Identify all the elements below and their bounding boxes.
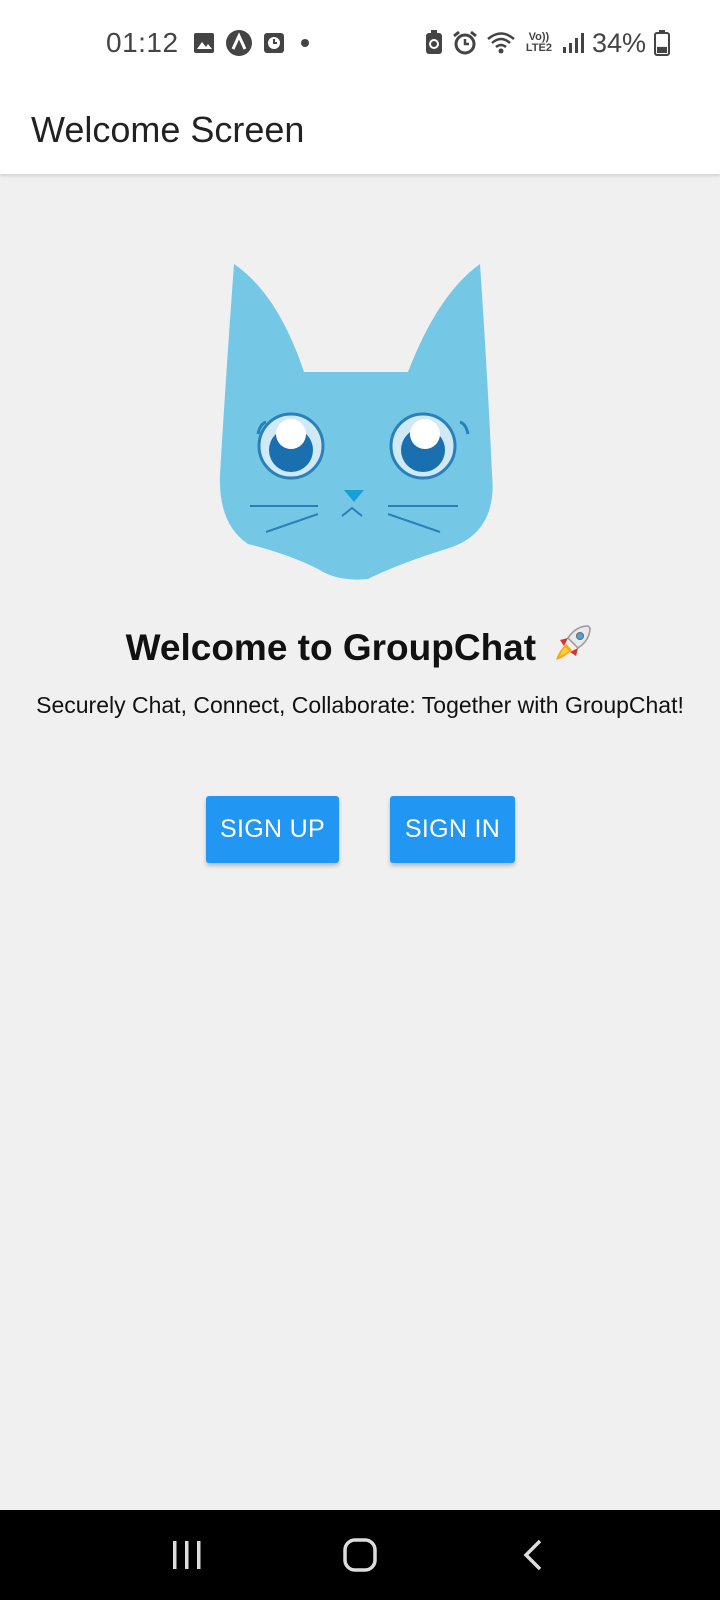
back-icon[interactable] — [503, 1525, 563, 1585]
cat-logo-icon — [219, 264, 493, 580]
recent-apps-icon[interactable] — [157, 1525, 217, 1585]
rocket-icon — [552, 622, 594, 673]
signal-icon — [562, 32, 584, 54]
status-time: 01:12 — [106, 27, 179, 58]
volte-icon: Vo)) LTE2 — [524, 32, 554, 54]
app-bar: Welcome Screen — [0, 86, 720, 174]
battery-icon — [654, 30, 670, 56]
clock-badge-icon — [263, 32, 285, 54]
volte-label: Vo)) LTE2 — [525, 31, 552, 54]
home-icon[interactable] — [330, 1525, 390, 1585]
welcome-title: Welcome to GroupChat — [0, 622, 720, 673]
status-bar: 01:12 Vo)) LTE2 34% — [0, 0, 720, 86]
tagline: Securely Chat, Connect, Collaborate: Tog… — [36, 692, 684, 718]
sign-in-button[interactable]: SIGN IN — [390, 796, 515, 863]
welcome-title-text: Welcome to GroupChat — [125, 627, 537, 668]
app-a-icon — [225, 29, 253, 57]
battery-saver-icon — [424, 30, 444, 56]
welcome-content: Welcome to GroupChat Securely Chat, Conn… — [0, 174, 720, 1510]
status-left-icons — [193, 29, 315, 57]
status-right-icons: Vo)) LTE2 34% — [424, 28, 670, 59]
wifi-icon — [486, 31, 516, 55]
page-title: Welcome Screen — [31, 109, 305, 150]
navigation-bar — [0, 1510, 720, 1600]
dot-icon — [295, 33, 315, 53]
image-icon — [193, 32, 215, 54]
battery-percent: 34% — [591, 27, 646, 58]
sign-up-button[interactable]: SIGN UP — [206, 796, 339, 863]
alarm-icon — [452, 30, 478, 56]
